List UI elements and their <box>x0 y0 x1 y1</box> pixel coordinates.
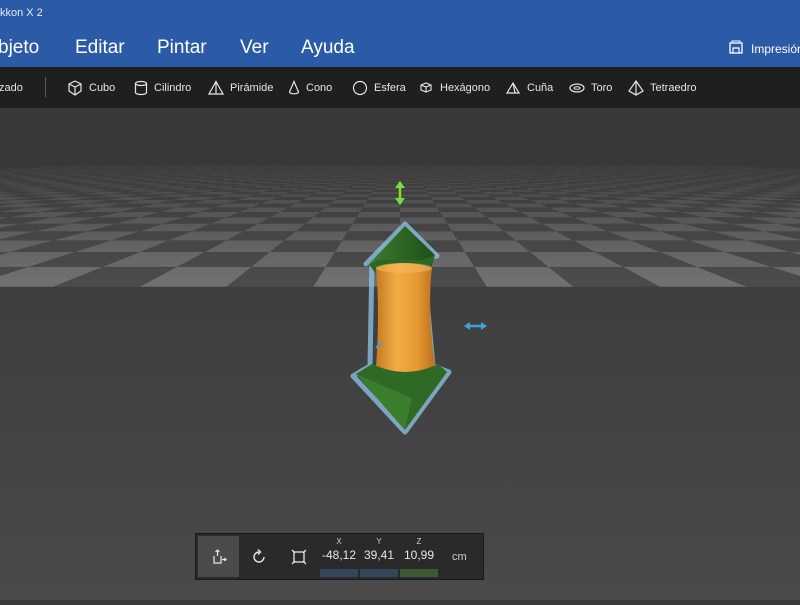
toolbar-wedge-button[interactable]: Cuña <box>505 78 553 98</box>
hexagon-icon <box>418 80 434 96</box>
print-3d-icon <box>727 40 745 59</box>
scene-canvas <box>0 108 800 600</box>
window-title: kkon X 2 <box>0 7 43 19</box>
toolbar-cube-button[interactable]: Cubo <box>67 78 115 98</box>
tetrahedron-label: Tetraedro <box>650 82 696 94</box>
rotate-tool-button[interactable] <box>238 536 279 577</box>
wedge-label: Cuña <box>527 82 553 94</box>
coord-z[interactable]: Z 10,99 <box>400 537 438 562</box>
3d-viewport[interactable] <box>0 108 800 600</box>
tetrahedron-icon <box>628 80 644 96</box>
transform-toolbar: X -48,12 Y 39,41 Z 10,99 cm <box>195 533 484 580</box>
pyramid-icon <box>208 80 224 96</box>
coord-z-label: Z <box>400 537 438 548</box>
scale-tool-button[interactable] <box>278 536 319 577</box>
toolbar-cylinder-button[interactable]: Cilindro <box>134 78 191 98</box>
wedge-icon <box>505 80 521 96</box>
sphere-label: Esfera <box>374 82 406 94</box>
menu-bar: bjeto Editar Pintar Ver Ayuda Impresión <box>0 30 800 67</box>
coord-x-value: -48,12 <box>320 548 358 562</box>
move-tool-button[interactable] <box>198 536 239 577</box>
hexagon-label: Hexágono <box>440 82 490 94</box>
cylinder-icon <box>134 80 148 96</box>
pyramid-label: Pirámide <box>230 82 273 94</box>
shapes-toolbar: zado Cubo Cilindro Pirámide Cono Esfera … <box>0 67 800 108</box>
toolbar-hexagon-button[interactable]: Hexágono <box>418 78 490 98</box>
cube-icon <box>67 80 83 96</box>
coord-y-indicator <box>360 569 398 577</box>
cube-label: Cubo <box>89 82 115 94</box>
coord-y-label: Y <box>360 537 398 548</box>
cone-icon <box>288 80 300 96</box>
torus-icon <box>569 80 585 96</box>
title-bar: kkon X 2 <box>0 0 800 30</box>
menu-ver[interactable]: Ver <box>240 37 269 59</box>
menu-editar[interactable]: Editar <box>75 37 125 59</box>
coord-y-value: 39,41 <box>360 548 398 562</box>
menu-pintar[interactable]: Pintar <box>157 37 207 59</box>
move-icon <box>210 548 228 566</box>
unit-label: cm <box>452 551 467 563</box>
toolbar-torus-button[interactable]: Toro <box>569 78 612 98</box>
toolbar-divider <box>45 77 46 97</box>
toolbar-tetrahedron-button[interactable]: Tetraedro <box>628 78 696 98</box>
menu-objeto[interactable]: bjeto <box>0 37 39 59</box>
print-label: Impresión <box>751 42 800 56</box>
coord-x-label: X <box>320 537 358 548</box>
torus-label: Toro <box>591 82 612 94</box>
toolbar-sphere-button[interactable]: Esfera <box>352 78 406 98</box>
coord-y[interactable]: Y 39,41 <box>360 537 398 562</box>
toolbar-pyramid-button[interactable]: Pirámide <box>208 78 273 98</box>
coord-z-value: 10,99 <box>400 548 438 562</box>
rotate-icon <box>250 548 268 566</box>
toolbar-item-partial[interactable]: zado <box>0 78 23 98</box>
coord-x[interactable]: X -48,12 <box>320 537 358 562</box>
sphere-icon <box>352 80 368 96</box>
scale-icon <box>290 548 308 566</box>
cone-label: Cono <box>306 82 332 94</box>
print-button[interactable]: Impresión <box>727 39 800 59</box>
toolbar-cone-button[interactable]: Cono <box>288 78 332 98</box>
menu-ayuda[interactable]: Ayuda <box>301 37 355 59</box>
coord-z-indicator <box>400 569 438 577</box>
coord-x-indicator <box>320 569 358 577</box>
cylinder-label: Cilindro <box>154 82 191 94</box>
